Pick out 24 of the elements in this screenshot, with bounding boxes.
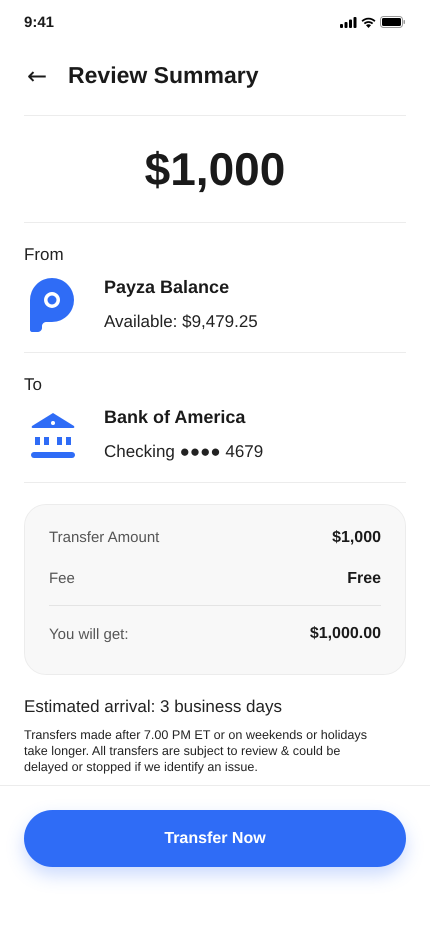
summary-label: Fee [49,570,75,587]
summary-value: Free [347,570,381,588]
battery-icon [380,16,406,28]
back-button[interactable]: ← [24,64,50,88]
summary-label: You will get: [49,626,128,642]
disclaimer-text: Transfers made after 7.00 PM ET or on weekends or holidays take longer. All transfers are subject to review & could be delayed or stopped if we identify an issue. [24,727,368,775]
account-name: Bank of America [104,407,246,428]
summary-value: $1,000 [332,528,381,546]
account-detail: Available: $9,479.25 [104,312,258,332]
signal-icon [340,16,357,28]
transfer-now-button[interactable]: Transfer Now [24,810,406,867]
transfer-amount: $1,000 [144,142,286,197]
summary-label: Transfer Amount [49,529,160,546]
section-label: From [24,245,64,265]
account-detail: Checking ●●●● 4679 [104,442,264,462]
bank-icon [30,412,76,458]
status-time: 9:41 [24,14,54,30]
arrival-estimate: Estimated arrival: 3 business days [24,697,282,717]
section-label: To [24,375,42,395]
account-name: Payza Balance [104,277,230,298]
wifi-icon [361,16,376,28]
page-title: Review Summary [68,62,258,89]
wallet-logo-icon [30,278,74,332]
summary-value: $1,000.00 [310,625,381,643]
